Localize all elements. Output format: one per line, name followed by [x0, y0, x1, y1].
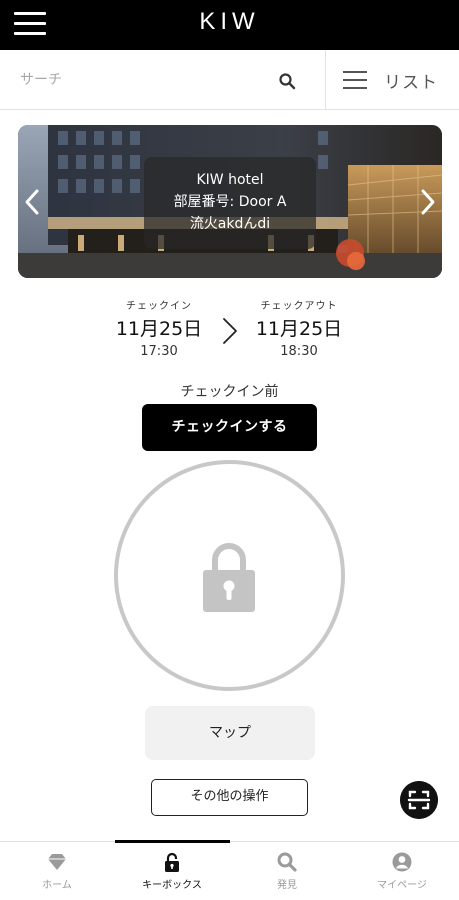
checkout-time: 18:30: [280, 344, 318, 359]
bottom-tab-bar: ホーム キーボックス 発見 マイページ: [0, 840, 459, 900]
chevron-right-icon[interactable]: [416, 187, 440, 217]
search-input[interactable]: [0, 50, 325, 109]
chevron-right-icon: [223, 318, 237, 344]
checkin-time: 17:30: [140, 344, 178, 359]
checkin-button[interactable]: チェックインする: [142, 404, 317, 451]
lock-icon: [165, 852, 179, 872]
lock-icon: [203, 543, 255, 612]
top-bar: KIW: [0, 0, 459, 50]
tab-label: 発見: [277, 880, 297, 891]
scan-icon[interactable]: [400, 781, 438, 819]
list-view-button[interactable]: リスト: [326, 50, 459, 109]
list-icon: [343, 70, 367, 90]
list-label: リスト: [384, 73, 438, 93]
checkin-label: チェックイン: [126, 301, 192, 312]
search-icon: [277, 852, 297, 872]
banner-caption: KIW hotel 部屋番号: Door A 流火akdんdi: [144, 157, 316, 249]
diamond-icon: [48, 854, 66, 870]
tab-label: ホーム: [42, 880, 72, 891]
tab-keybox[interactable]: キーボックス: [115, 842, 229, 900]
hotel-banner[interactable]: KIW hotel 部屋番号: Door A 流火akdんdi: [18, 125, 442, 278]
tab-discover[interactable]: 発見: [230, 842, 344, 900]
tab-home[interactable]: ホーム: [0, 842, 114, 900]
checkout-label: チェックアウト: [260, 301, 338, 312]
checkout-date: 11月25日: [255, 318, 343, 340]
hotel-name: KIW hotel: [196, 172, 264, 188]
checkin-status: チェックイン前: [180, 384, 279, 400]
chevron-left-icon[interactable]: [20, 187, 44, 217]
map-button[interactable]: マップ: [145, 706, 315, 760]
tab-mypage[interactable]: マイページ: [345, 842, 459, 900]
app-logo: KIW: [199, 8, 260, 35]
tab-label: マイページ: [377, 880, 427, 891]
room-number: 部屋番号: Door A: [173, 194, 287, 210]
guest-name: 流火akdんdi: [189, 216, 271, 232]
search-icon[interactable]: [278, 72, 296, 90]
search-bar: リスト: [0, 50, 459, 110]
other-actions-button[interactable]: その他の操作: [151, 779, 308, 816]
user-icon: [392, 852, 412, 872]
checkin-date: 11月25日: [115, 318, 203, 340]
tab-label: キーボックス: [142, 880, 202, 891]
